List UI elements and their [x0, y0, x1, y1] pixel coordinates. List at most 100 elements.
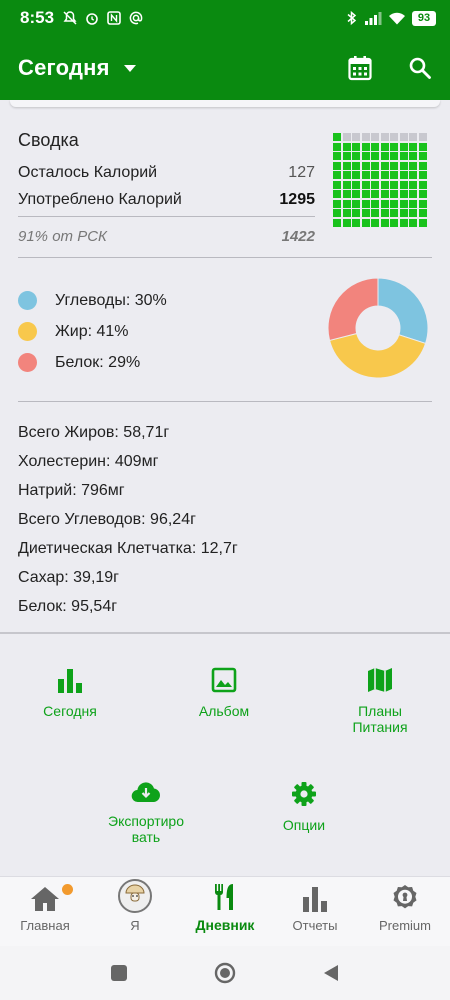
waffle-cell [380, 190, 389, 198]
waffle-cell [352, 152, 360, 160]
battery-level: 93 [412, 10, 436, 26]
bar-chart-icon [58, 669, 82, 693]
bar-chart-icon [303, 887, 327, 912]
waffle-cell [371, 133, 379, 141]
waffle-cell [399, 199, 408, 208]
macro-legend-label: Белок: 29% [55, 353, 141, 371]
waffle-cell [361, 152, 370, 160]
waffle-cell [409, 152, 417, 160]
waffle-cell [409, 171, 417, 179]
waffle-cell [333, 218, 341, 227]
nutrient-list: Всего Жиров: 58,71г Холестерин: 409мг Натр… [18, 418, 238, 621]
waffle-cell [418, 199, 427, 208]
waffle-cell [418, 133, 427, 141]
waffle-cell [371, 161, 379, 170]
waffle-cell [342, 218, 351, 227]
tab-diary[interactable]: Дневник [180, 877, 270, 946]
waffle-cell [333, 171, 341, 179]
macro-donut-chart [327, 277, 429, 379]
waffle-cell [399, 161, 408, 170]
waffle-cell [333, 133, 341, 141]
rsk-label: 91% от РСК [18, 228, 107, 245]
waffle-cell [409, 133, 417, 141]
waffle-cell [342, 161, 351, 170]
waffle-cell [380, 171, 389, 179]
tab-diary-label: Дневник [195, 917, 255, 933]
waffle-cell [390, 152, 398, 160]
rsk-value: 1422 [281, 228, 315, 245]
waffle-cell [390, 190, 398, 198]
section-divider [18, 257, 432, 258]
tab-home[interactable]: Главная [0, 877, 90, 946]
waffle-cell [380, 161, 389, 170]
waffle-cell [333, 152, 341, 160]
remaining-calories-label: Осталось Калорий [18, 163, 158, 181]
macro-legend-item: Жир: 41% [18, 316, 167, 347]
nutrient-item: Сахар: 39,19г [18, 569, 120, 586]
waffle-cell [371, 199, 379, 208]
waffle-cell [380, 180, 389, 189]
waffle-cell [418, 190, 427, 198]
legend-dot [18, 353, 37, 372]
avatar [118, 879, 152, 913]
calendar-icon[interactable] [348, 55, 372, 81]
waffle-cell [399, 152, 408, 160]
bottom-navigation: Главная Я Дневник Отчеты Premium [0, 876, 450, 946]
waffle-cell [380, 218, 389, 227]
tab-premium[interactable]: Premium [360, 877, 450, 946]
wifi-icon [389, 12, 405, 24]
waffle-cell [342, 152, 351, 160]
mute-icon [63, 11, 77, 25]
nutrient-item: Натрий: 796мг [18, 482, 125, 499]
consumed-calories-value: 1295 [279, 190, 315, 208]
back-icon[interactable] [322, 964, 340, 982]
search-icon[interactable] [408, 56, 432, 80]
export-button-label: Экспортиро вать [108, 813, 184, 845]
waffle-cell [380, 209, 389, 217]
waffle-cell [390, 133, 398, 141]
waffle-cell [361, 190, 370, 198]
nutrient-item: Диетическая Клетчатка: 12,7г [18, 540, 238, 557]
tab-premium-label: Premium [378, 918, 431, 933]
waffle-cell [380, 133, 389, 141]
page-title[interactable]: Сегодня [18, 55, 110, 81]
tab-me[interactable]: Я [90, 877, 180, 946]
waffle-cell [361, 171, 370, 179]
home-button-icon[interactable] [214, 962, 236, 984]
waffle-cell [380, 199, 389, 208]
album-button[interactable]: Альбом [164, 667, 284, 719]
waffle-cell [371, 152, 379, 160]
waffle-cell [361, 133, 370, 141]
donut-slice [377, 277, 429, 345]
waffle-cell [418, 218, 427, 227]
consumed-calories-label: Употреблено Калорий [18, 190, 182, 208]
waffle-cell [399, 142, 408, 151]
waffle-cell [371, 142, 379, 151]
recent-apps-icon[interactable] [110, 964, 128, 982]
mushroom-avatar-icon [125, 884, 145, 902]
tab-reports[interactable]: Отчеты [270, 877, 360, 946]
waffle-cell [361, 180, 370, 189]
waffle-cell [418, 180, 427, 189]
diary-summary-content[interactable]: Сводка Осталось Калорий 127 Употреблено … [0, 100, 450, 876]
waffle-cell [399, 218, 408, 227]
meal-plans-button[interactable]: Планы Питания [320, 667, 440, 735]
options-button[interactable]: Опции [244, 781, 364, 833]
waffle-cell [342, 199, 351, 208]
waffle-cell [390, 171, 398, 179]
waffle-cell [342, 180, 351, 189]
chevron-down-icon[interactable] [123, 64, 136, 72]
waffle-cell [399, 180, 408, 189]
today-button[interactable]: Сегодня [10, 667, 130, 719]
fork-knife-icon [214, 884, 233, 910]
premium-badge-icon [393, 885, 417, 909]
waffle-cell [361, 209, 370, 217]
status-time: 8:53 [20, 8, 55, 27]
summary-title: Сводка [18, 130, 79, 150]
image-icon [211, 667, 237, 693]
export-button[interactable]: Экспортиро вать [86, 781, 206, 845]
album-button-label: Альбом [198, 703, 250, 719]
waffle-cell [371, 209, 379, 217]
calorie-waffle-chart [333, 133, 433, 230]
rsk-row: 91% от РСК 1422 [18, 223, 315, 250]
